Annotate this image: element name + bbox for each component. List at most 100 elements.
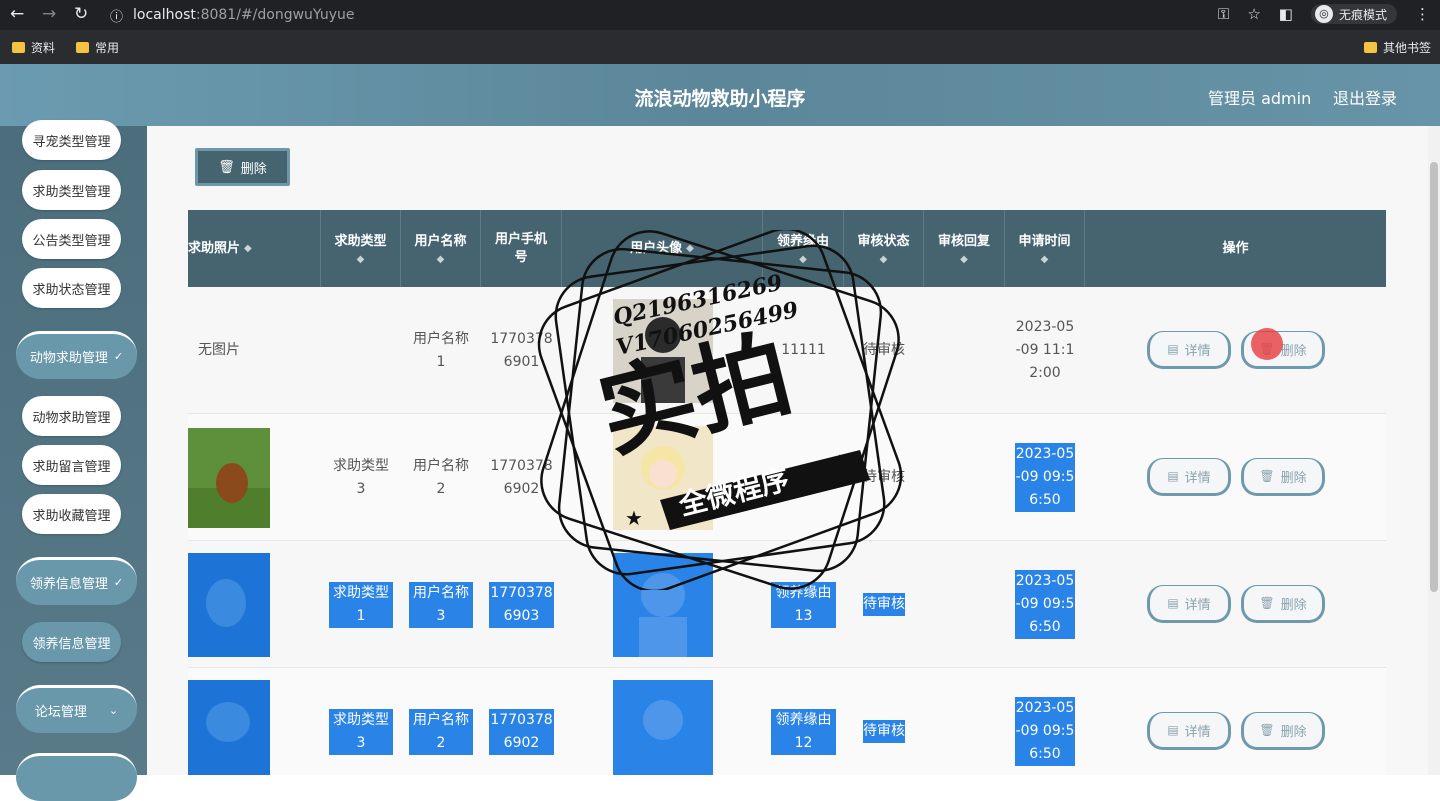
- star-icon[interactable]: ☆: [1247, 5, 1260, 23]
- cell-avatar: [562, 668, 763, 775]
- cell-user: 用户名称3: [401, 541, 481, 668]
- table-row: 求助类型3 用户名称2 17703786902 领养缘由12 待审核 2023-…: [188, 668, 1386, 775]
- cell-photo: [188, 668, 321, 775]
- sidebar-item-help-message[interactable]: 求助留言管理: [22, 445, 121, 485]
- data-table: 求助照片 ◆ 求助类型 ◆ 用户名称 ◆ 用户手机号 用户头像 ◆ 领养缘由 ◆ 审核状态…: [188, 210, 1386, 775]
- folder-icon: [76, 42, 89, 53]
- cursor-indicator: [1251, 328, 1283, 360]
- cell-photo: [188, 541, 321, 668]
- cell-time: 2023-05-09 11:12:00: [1015, 319, 1075, 381]
- chevron-icon: ✓: [113, 576, 124, 589]
- batch-delete-button[interactable]: 🗑 删除: [195, 148, 290, 186]
- cell-reply: [924, 414, 1005, 541]
- cell-photo: [188, 414, 321, 541]
- info-icon[interactable]: ⓘ: [110, 6, 123, 25]
- sort-icon: ◆: [960, 253, 968, 265]
- detail-button[interactable]: ▤ 详情: [1147, 712, 1231, 750]
- bookmark-folder[interactable]: 常用: [76, 39, 119, 56]
- detail-button[interactable]: ▤ 详情: [1147, 585, 1231, 623]
- sidebar-group-more[interactable]: [16, 753, 137, 801]
- url-host: localhost: [133, 7, 196, 23]
- bookmark-folder[interactable]: 资料: [12, 39, 55, 56]
- cell-reason: 11111: [781, 342, 826, 358]
- logout-link[interactable]: 退出登录: [1333, 85, 1397, 109]
- sort-icon: ◆: [879, 253, 888, 265]
- cell-user: 用户名称2: [413, 457, 469, 497]
- col-reply[interactable]: 审核回复 ◆: [924, 210, 1005, 287]
- sidebar-item-animal-help[interactable]: 动物求助管理: [22, 396, 121, 436]
- help-photo: [188, 427, 270, 528]
- scrollbar[interactable]: [1428, 126, 1440, 775]
- cell-photo: 无图片: [198, 342, 240, 358]
- cell-phone: 17703786903: [481, 541, 562, 668]
- help-photo: [188, 552, 270, 657]
- cell-status: 待审核: [844, 668, 924, 775]
- reload-icon[interactable]: ↻: [74, 4, 88, 24]
- cell-time: 2023-05-09 09:56:50: [1005, 668, 1085, 775]
- document-icon: ▤: [1167, 596, 1179, 610]
- other-bookmarks[interactable]: 其他书签: [1364, 39, 1431, 56]
- incognito-badge[interactable]: ◎ 无痕模式: [1310, 4, 1397, 24]
- menu-icon[interactable]: ⋮: [1415, 5, 1430, 23]
- table-row: 求助类型3 用户名称2 17703786902 领养缘由 待审核 2023-05…: [188, 414, 1386, 541]
- col-reason[interactable]: 领养缘由 ◆: [763, 210, 844, 287]
- admin-label: 管理员 admin: [1208, 89, 1312, 108]
- col-type[interactable]: 求助类型 ◆: [321, 210, 401, 287]
- cell-reason: 领养缘由12: [763, 668, 844, 775]
- sidebar-item-adoption[interactable]: 领养信息管理: [22, 622, 121, 662]
- col-photo[interactable]: 求助照片 ◆: [188, 210, 321, 287]
- folder-icon: [1364, 42, 1377, 53]
- cell-time: 2023-05-09 09:56:50: [1005, 541, 1085, 668]
- cell-avatar: [562, 414, 763, 541]
- address-bar[interactable]: ⓘ localhost:8081/#/dongwuYuyue: [110, 3, 1200, 27]
- user-avatar: [612, 298, 713, 403]
- cell-phone: 17703786902: [481, 668, 562, 775]
- sort-icon: ◆: [686, 242, 694, 254]
- sidebar-item-notice-type[interactable]: 公告类型管理: [22, 219, 121, 259]
- col-status[interactable]: 审核状态 ◆: [844, 210, 924, 287]
- detail-button[interactable]: ▤ 详情: [1147, 458, 1231, 496]
- back-icon[interactable]: ←: [10, 4, 24, 24]
- sort-icon: ◆: [799, 253, 807, 265]
- sidebar-item-help-type[interactable]: 求助类型管理: [22, 170, 121, 210]
- sidebar-item-help-favorite[interactable]: 求助收藏管理: [22, 494, 121, 534]
- sidebar-item-help-status[interactable]: 求助状态管理: [22, 268, 121, 308]
- detail-button[interactable]: ▤ 详情: [1147, 331, 1231, 369]
- key-icon[interactable]: ⚿: [1218, 5, 1229, 23]
- cell-phone: 17703786901: [490, 330, 553, 370]
- forward-icon[interactable]: →: [42, 4, 56, 24]
- cell-avatar: [562, 541, 763, 668]
- col-time[interactable]: 申请时间 ◆: [1005, 210, 1085, 287]
- cell-reason: 领养缘由: [775, 469, 832, 485]
- chevron-icon: ✓: [113, 350, 124, 363]
- sidebar-group-animal-help[interactable]: 动物求助管理 ✓: [16, 331, 137, 379]
- scrollbar-thumb[interactable]: [1430, 162, 1438, 592]
- trash-icon: 🗑: [1259, 469, 1275, 483]
- trash-icon: 🗑: [1259, 723, 1275, 737]
- sidebar: 寻宠类型管理 求助类型管理 公告类型管理 求助状态管理 动物求助管理 ✓ 动物求助…: [0, 120, 147, 801]
- delete-button[interactable]: 🗑删除: [1241, 458, 1325, 496]
- delete-button[interactable]: 🗑删除: [1241, 712, 1325, 750]
- cell-user: 用户名称2: [401, 668, 481, 775]
- cell-status: 待审核: [844, 541, 924, 668]
- cell-time: 2023-05-09 09:56:50: [1005, 414, 1085, 541]
- cell-reply: [924, 287, 1005, 414]
- document-icon: ▤: [1167, 342, 1179, 356]
- cell-type: 求助类型1: [321, 541, 401, 668]
- cell-type: [321, 287, 401, 414]
- sidebar-item-pet-type[interactable]: 寻宠类型管理: [22, 120, 121, 160]
- sidebar-group-forum[interactable]: 论坛管理 ⌄: [16, 685, 137, 733]
- col-avatar[interactable]: 用户头像 ◆: [562, 210, 763, 287]
- cell-avatar: [562, 287, 763, 414]
- delete-button[interactable]: 🗑删除: [1241, 585, 1325, 623]
- sidebar-group-adoption[interactable]: 领养信息管理 ✓: [16, 557, 137, 605]
- app-header: 流浪动物救助小程序 管理员 admin 退出登录: [0, 64, 1440, 126]
- col-user[interactable]: 用户名称 ◆: [401, 210, 481, 287]
- cell-type: 求助类型3: [321, 668, 401, 775]
- help-photo: [188, 679, 270, 775]
- sort-icon: ◆: [436, 253, 445, 265]
- main-content: 🗑 删除 求助照片 ◆ 求助类型 ◆ 用户名称 ◆ 用户手机号 用户头像 ◆ 领养缘由 ◆ …: [147, 126, 1428, 775]
- sidepanel-icon[interactable]: ◧: [1279, 5, 1293, 23]
- table-row: 无图片 用户名称1 17703786901 11111 待审核 2023-05-…: [188, 287, 1386, 414]
- col-phone[interactable]: 用户手机号: [481, 210, 562, 287]
